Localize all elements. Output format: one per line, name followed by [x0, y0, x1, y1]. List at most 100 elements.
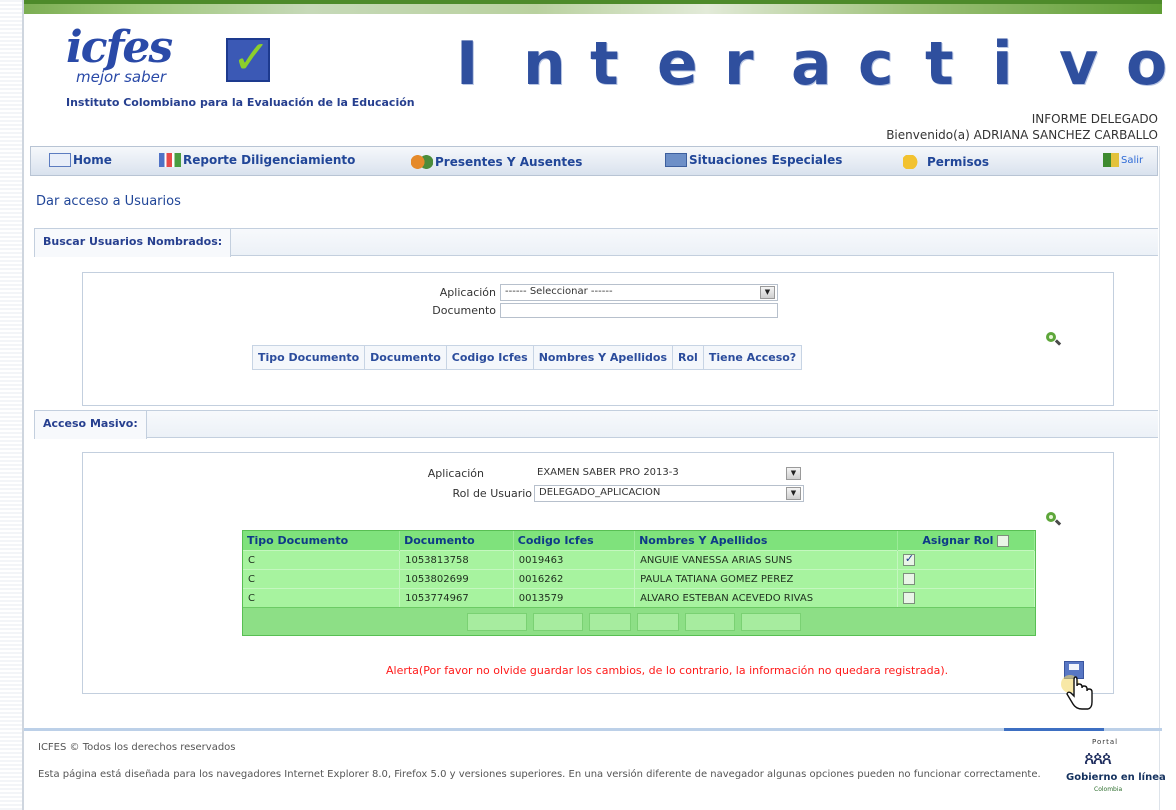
banner-letter: n [523, 29, 566, 99]
pager-last-button[interactable] [741, 613, 801, 631]
footer-divider-accent [1004, 728, 1104, 731]
column-header-label: Codigo Icfes [517, 534, 594, 547]
alert-message: Alerta(Por favor no olvide guardar los c… [386, 664, 949, 677]
nav-home[interactable]: Home [49, 153, 112, 167]
cell-tipo-documento: C [243, 550, 401, 570]
cell-documento: 1053813758 [399, 550, 514, 570]
bulk-role-label: Rol de Usuario [452, 487, 532, 500]
checkmark-icon: ✓ [226, 34, 271, 82]
banner-letter: a [791, 29, 832, 99]
cell-nombre: PAULA TATIANA GOMEZ PEREZ [634, 569, 898, 589]
nav-salir[interactable]: Salir [1103, 153, 1143, 167]
banner-letter: i [992, 29, 1013, 99]
nav-permisos[interactable]: Permisos [903, 155, 989, 169]
cell-tipo-documento: C [243, 588, 401, 607]
key-icon [903, 155, 925, 169]
cell-tipo-documento: C [243, 569, 401, 589]
bulk-application-label: Aplicación [427, 467, 484, 480]
banner-letter: t [590, 29, 619, 99]
bulk-application-value: EXAMEN SABER PRO 2013-3 [537, 467, 679, 478]
tab-buscar-usuarios: Buscar Usuarios Nombrados: [34, 228, 232, 257]
cell-asignar-rol [897, 569, 1036, 589]
hand-cursor-icon [1061, 675, 1093, 710]
search-document-input[interactable] [500, 303, 778, 318]
people-icon [411, 155, 433, 169]
search-application-label: Aplicación [439, 286, 496, 299]
nav-reporte-diligenciamiento[interactable]: Reporte Diligenciamiento [159, 153, 355, 167]
nav-situaciones-especiales[interactable]: Situaciones Especiales [665, 153, 842, 167]
report-title: INFORME DELEGADO [1031, 112, 1158, 126]
nav-home-label: Home [73, 153, 112, 167]
assign-role-checkbox[interactable] [902, 573, 915, 585]
bulk-application-row: Aplicación EXAMEN SABER PRO 2013-3 ▼ [384, 465, 804, 482]
nav-special-label: Situaciones Especiales [689, 153, 843, 167]
bar-chart-icon [159, 153, 181, 167]
banner-letter: I [456, 29, 479, 99]
search-application-select[interactable]: ------ Seleccionar ------ ▼ [500, 284, 778, 301]
chevron-down-icon: ▼ [786, 467, 801, 480]
bulk-section-header: Acceso Masivo: [34, 410, 1158, 439]
bulk-role-row: Rol de Usuario DELEGADO_APLICACION ▼ [384, 485, 804, 502]
institute-name: Instituto Colombiano para la Evaluación … [66, 96, 415, 109]
cell-documento: 1053802699 [399, 569, 514, 589]
icfes-logo: icfes mejor saber ✓ [66, 22, 296, 88]
nav-report-label: Reporte Diligenciamiento [183, 153, 356, 167]
home-icon [49, 153, 71, 167]
gov-logo-country: Colombia [1094, 786, 1123, 793]
banner-letter: o [1126, 29, 1168, 99]
gov-logo-top: Portal [1092, 738, 1119, 746]
welcome-text: Bienvenido(a) ADRIANA SANCHEZ CARBALLO [886, 128, 1158, 142]
footer-divider [24, 728, 1162, 731]
pager-next-button[interactable] [685, 613, 735, 631]
assign-role-checkbox[interactable] [902, 552, 915, 566]
column-header: Asignar Rol [897, 531, 1036, 551]
cell-nombre: ANGUIE VANESSA ARIAS SUNS [634, 550, 898, 570]
pager-page-button[interactable] [637, 613, 679, 631]
column-header: Nombres Y Apellidos [533, 345, 674, 370]
banner-letter: v [1059, 29, 1099, 99]
left-margin [0, 0, 22, 810]
browser-note: Esta página está diseñada para los naveg… [38, 769, 1041, 780]
logo-subtitle: mejor saber [76, 68, 167, 86]
search-section-header: Buscar Usuarios Nombrados: [34, 228, 1158, 257]
column-header: Codigo Icfes [446, 345, 534, 370]
top-gradient-strip [24, 4, 1162, 14]
search-document-row: Documento [384, 303, 778, 318]
table-row: C 1053813758 0019463 ANGUIE VANESSA ARIAS S… [243, 550, 1036, 570]
assign-role-checkbox[interactable] [902, 592, 915, 604]
column-header: Nombres Y Apellidos [634, 531, 898, 551]
search-icon[interactable] [1044, 510, 1062, 528]
bulk-role-select[interactable]: DELEGADO_APLICACION ▼ [534, 485, 804, 502]
pager-prev-button[interactable] [533, 613, 583, 631]
chevron-down-icon: ▼ [760, 286, 775, 299]
column-header-label: Documento [404, 534, 475, 547]
search-results-table: Tipo Documento Documento Codigo Icfes Nombr… [252, 345, 803, 370]
banner-letter: c [858, 29, 894, 99]
column-header: Rol [672, 345, 704, 370]
gov-logo-name: Gobierno en línea [1066, 772, 1166, 783]
nav-present-label: Presentes Y Ausentes [435, 155, 583, 169]
bulk-application-select[interactable]: EXAMEN SABER PRO 2013-3 ▼ [532, 465, 804, 482]
gobierno-en-linea-logo[interactable]: Portal ጰጰጰ Gobierno en línea Colombia [1066, 738, 1166, 798]
pager-page-button[interactable] [589, 613, 631, 631]
search-icon[interactable] [1044, 330, 1062, 348]
cell-nombre: ALVARO ESTEBAN ACEVEDO RIVAS [634, 588, 898, 607]
nav-presentes-ausentes[interactable]: Presentes Y Ausentes [411, 155, 582, 169]
table-row: C 1053802699 0016262 PAULA TATIANA GOMEZ PE… [243, 569, 1036, 589]
nav-permissions-label: Permisos [927, 155, 989, 169]
page-title: Dar acceso a Usuarios [36, 194, 181, 209]
search-document-label: Documento [432, 304, 496, 317]
search-application-value: ------ Seleccionar ------ [505, 286, 613, 297]
column-header-label: Asignar Rol [922, 534, 994, 547]
cell-asignar-rol [897, 588, 1036, 607]
nav-exit-label: Salir [1121, 154, 1144, 166]
exit-icon [1103, 153, 1119, 167]
interactivo-banner: Interactivo [456, 34, 1176, 94]
select-all-checkbox[interactable] [997, 535, 1010, 547]
column-header: Tiene Acceso? [703, 345, 803, 370]
header: icfes mejor saber ✓ Instituto Colombiano… [24, 14, 1167, 146]
pager-first-button[interactable] [467, 613, 527, 631]
search-application-row: Aplicación ------ Seleccionar ------ ▼ [384, 284, 778, 301]
tab-acceso-masivo: Acceso Masivo: [34, 410, 147, 439]
pager [243, 607, 1035, 635]
